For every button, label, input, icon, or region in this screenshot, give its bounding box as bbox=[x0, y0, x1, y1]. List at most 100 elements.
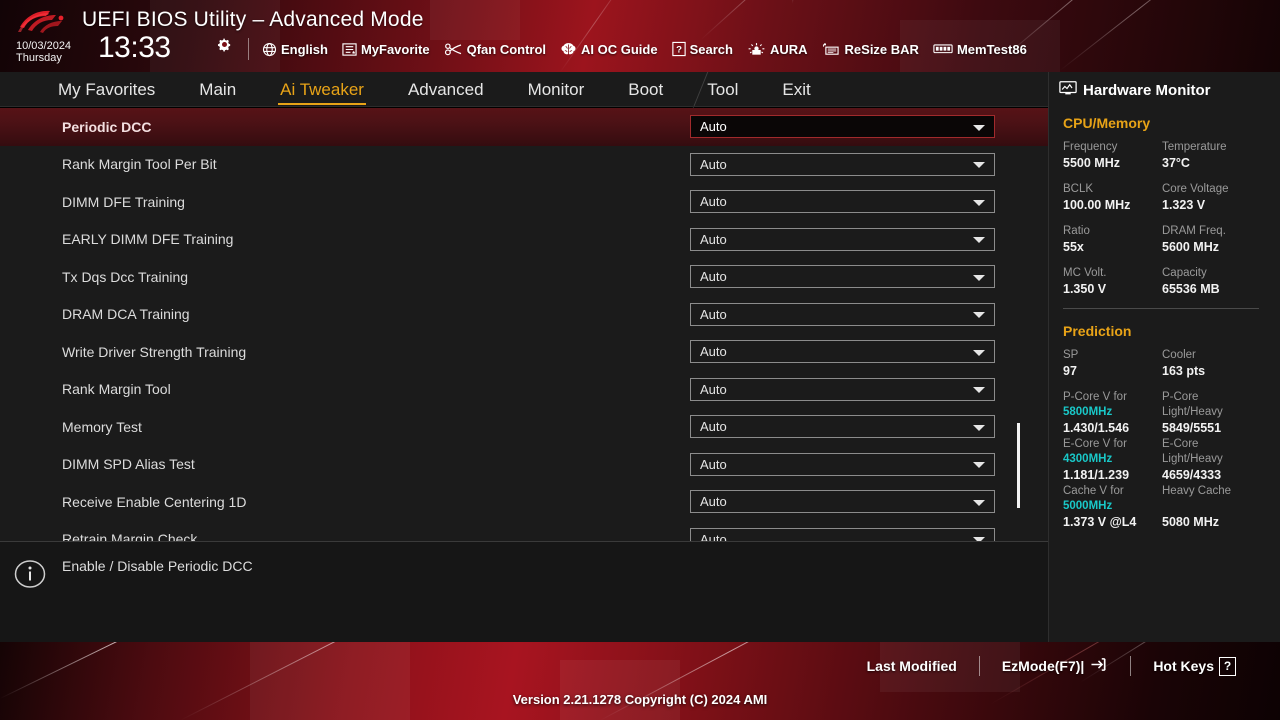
hardware-monitor-cell: Cooler 163 pts bbox=[1162, 348, 1261, 379]
settings-row-dropdown[interactable]: Auto bbox=[690, 190, 995, 214]
tab-main[interactable]: Main bbox=[177, 73, 258, 107]
tab-tool[interactable]: Tool bbox=[685, 73, 760, 107]
settings-row[interactable]: Periodic DCC Auto bbox=[0, 108, 1048, 146]
header-tool-resize-bar[interactable]: ReSize BAR bbox=[822, 42, 919, 57]
chevron-down-icon[interactable] bbox=[973, 349, 985, 356]
brain-icon bbox=[560, 42, 577, 57]
settings-row[interactable]: Rank Margin Tool Auto bbox=[0, 371, 1048, 409]
gear-icon[interactable] bbox=[216, 36, 233, 53]
tab-monitor[interactable]: Monitor bbox=[506, 73, 607, 107]
hot-keys-label: Hot Keys bbox=[1153, 658, 1214, 674]
last-modified-button[interactable]: Last Modified bbox=[845, 658, 979, 674]
memory-module-icon bbox=[933, 42, 953, 56]
hardware-monitor-key: E-Core bbox=[1162, 438, 1199, 450]
hardware-monitor-key: P-Core V for bbox=[1063, 391, 1127, 403]
header-tool-myfavorite[interactable]: MyFavorite bbox=[342, 42, 430, 57]
chevron-down-icon[interactable] bbox=[973, 312, 985, 319]
settings-row-dropdown[interactable]: Auto bbox=[690, 490, 995, 514]
settings-list[interactable]: Periodic DCC Auto Rank Margin Tool Per Bit… bbox=[0, 108, 1048, 541]
header-streak bbox=[999, 0, 1200, 61]
header-tool-label: ReSize BAR bbox=[844, 41, 919, 57]
hardware-monitor-key: DRAM Freq. bbox=[1162, 225, 1226, 237]
settings-row-dropdown[interactable]: Auto bbox=[690, 115, 995, 139]
header-streak bbox=[1059, 0, 1218, 71]
hardware-monitor-key: Frequency bbox=[1063, 141, 1118, 153]
settings-row[interactable]: Memory Test Auto bbox=[0, 408, 1048, 446]
settings-row-dropdown[interactable]: Auto bbox=[690, 415, 995, 439]
settings-row[interactable]: DRAM DCA Training Auto bbox=[0, 296, 1048, 334]
header-toolbar: English MyFavorite Qfan Control AI OC Gu… bbox=[262, 41, 1027, 57]
header-bar: UEFI BIOS Utility – Advanced Mode 10/03/… bbox=[0, 0, 1280, 72]
settings-row-dropdown[interactable]: Auto bbox=[690, 152, 995, 176]
settings-row-dropdown[interactable]: Auto bbox=[690, 302, 995, 326]
hardware-monitor-value: 5849/5551 bbox=[1162, 421, 1222, 435]
ezmode-button[interactable]: EzMode(F7)| bbox=[980, 657, 1130, 675]
settings-row[interactable]: DIMM DFE Training Auto bbox=[0, 183, 1048, 221]
settings-row-label: Rank Margin Tool bbox=[62, 381, 171, 398]
settings-row-value: Auto bbox=[700, 344, 727, 360]
settings-row[interactable]: DIMM SPD Alias Test Auto bbox=[0, 446, 1048, 484]
header-tool-aura[interactable]: AURA bbox=[747, 42, 808, 57]
hardware-monitor-cell: E-Core V for 4300MHz 1.181/1.239 bbox=[1063, 437, 1162, 483]
settings-row[interactable]: Receive Enable Centering 1D Auto bbox=[0, 483, 1048, 521]
tab-exit[interactable]: Exit bbox=[760, 73, 832, 107]
hot-keys-button[interactable]: Hot Keys ? bbox=[1131, 656, 1258, 676]
hardware-monitor-pair: MC Volt. 1.350 V Capacity 65536 MB bbox=[1063, 266, 1268, 297]
chevron-down-icon[interactable] bbox=[973, 124, 985, 131]
hardware-monitor-key: E-Core V for bbox=[1063, 438, 1127, 450]
page-title: UEFI BIOS Utility – Advanced Mode bbox=[82, 8, 424, 31]
settings-row[interactable]: Rank Margin Tool Per Bit Auto bbox=[0, 146, 1048, 184]
info-icon bbox=[14, 558, 46, 590]
settings-row-dropdown[interactable]: Auto bbox=[690, 227, 995, 251]
settings-row-label: DIMM DFE Training bbox=[62, 193, 185, 210]
settings-scrollbar-thumb[interactable] bbox=[1017, 423, 1020, 508]
header-tool-label: English bbox=[281, 41, 328, 57]
chevron-down-icon[interactable] bbox=[973, 424, 985, 431]
chevron-down-icon[interactable] bbox=[973, 499, 985, 506]
settings-row-container: Periodic DCC Auto Rank Margin Tool Per Bit… bbox=[0, 108, 1048, 541]
monitor-icon bbox=[1059, 80, 1077, 101]
chevron-down-icon[interactable] bbox=[973, 387, 985, 394]
hardware-monitor-header: Hardware Monitor bbox=[1049, 72, 1280, 101]
chevron-down-icon[interactable] bbox=[973, 274, 985, 281]
hardware-monitor-cell: Heavy Cache 5080 MHz bbox=[1162, 484, 1261, 530]
chevron-down-icon[interactable] bbox=[973, 462, 985, 469]
hardware-monitor-cell: MC Volt. 1.350 V bbox=[1063, 266, 1162, 297]
settings-row[interactable]: Tx Dqs Dcc Training Auto bbox=[0, 258, 1048, 296]
settings-row[interactable]: Retrain Margin Check Auto bbox=[0, 521, 1048, 541]
footer-streak bbox=[0, 642, 270, 699]
hardware-monitor-cell: E-Core Light/Heavy 4659/4333 bbox=[1162, 437, 1261, 483]
settings-row-dropdown[interactable]: Auto bbox=[690, 527, 995, 541]
hardware-monitor-value: 5600 MHz bbox=[1162, 240, 1219, 254]
settings-row-label: Write Driver Strength Training bbox=[62, 343, 247, 360]
header-tool-qfan-control[interactable]: Qfan Control bbox=[444, 42, 546, 57]
header-tool-label: Search bbox=[689, 41, 733, 57]
settings-row-value: Auto bbox=[700, 381, 727, 397]
chevron-down-icon[interactable] bbox=[973, 162, 985, 169]
header-tool-ai-oc-guide[interactable]: AI OC Guide bbox=[560, 42, 658, 57]
tab-ai-tweaker[interactable]: Ai Tweaker bbox=[258, 73, 386, 107]
chevron-down-icon[interactable] bbox=[973, 237, 985, 244]
hardware-monitor-key-sub: Light/Heavy bbox=[1162, 453, 1223, 465]
settings-row-dropdown[interactable]: Auto bbox=[690, 377, 995, 401]
settings-row-label: Tx Dqs Dcc Training bbox=[62, 268, 189, 285]
settings-scrollbar-track[interactable] bbox=[1017, 108, 1034, 541]
settings-row-dropdown[interactable]: Auto bbox=[690, 265, 995, 289]
settings-row-dropdown[interactable]: Auto bbox=[690, 452, 995, 476]
settings-row[interactable]: Write Driver Strength Training Auto bbox=[0, 333, 1048, 371]
hardware-monitor-value: 97 bbox=[1063, 364, 1077, 378]
settings-row-dropdown[interactable]: Auto bbox=[690, 340, 995, 364]
header-tool-english[interactable]: English bbox=[262, 42, 328, 57]
hardware-monitor-key-sub: 5000MHz bbox=[1063, 500, 1113, 512]
fan-icon bbox=[444, 42, 463, 57]
settings-row[interactable]: EARLY DIMM DFE Training Auto bbox=[0, 221, 1048, 259]
tab-my-favorites[interactable]: My Favorites bbox=[36, 73, 177, 107]
bios-screen: UEFI BIOS Utility – Advanced Mode 10/03/… bbox=[0, 0, 1280, 720]
header-tool-search[interactable]: ? Search bbox=[671, 41, 733, 57]
chevron-down-icon[interactable] bbox=[973, 199, 985, 206]
tab-boot[interactable]: Boot bbox=[606, 73, 685, 107]
tab-advanced[interactable]: Advanced bbox=[386, 73, 506, 107]
header-tool-memtest86[interactable]: MemTest86 bbox=[933, 42, 1027, 57]
settings-row-value: Auto bbox=[700, 494, 727, 510]
hardware-monitor-cell: SP 97 bbox=[1063, 348, 1162, 379]
